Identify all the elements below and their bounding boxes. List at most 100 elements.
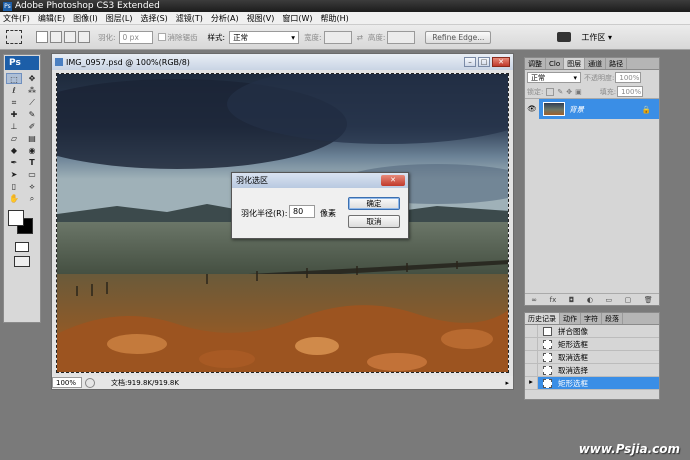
history-item[interactable]: 取消选框 bbox=[525, 351, 659, 364]
layer-row-background[interactable]: 👁 背景 🔒 bbox=[525, 99, 659, 119]
history-item[interactable]: 矩形选框 bbox=[525, 338, 659, 351]
history-brush-source[interactable]: ▸ bbox=[525, 377, 538, 389]
dialog-close-button[interactable]: ✕ bbox=[381, 175, 405, 186]
feather-radius-input[interactable]: 80 bbox=[289, 205, 315, 218]
menu-window[interactable]: 窗口(W) bbox=[282, 13, 312, 24]
layer-style-icon[interactable]: fx bbox=[550, 296, 557, 304]
style-select[interactable]: 正常 ▾ bbox=[229, 30, 300, 44]
history-item[interactable]: 拼合图像 bbox=[525, 325, 659, 338]
menu-layer[interactable]: 图层(L) bbox=[106, 13, 133, 24]
history-brush-source[interactable] bbox=[525, 351, 538, 363]
height-label: 高度: bbox=[367, 32, 386, 42]
history-brush-source[interactable] bbox=[525, 364, 538, 376]
lock-pixels-icon[interactable]: ✎ bbox=[557, 88, 563, 96]
tab-history[interactable]: 历史记录 bbox=[525, 313, 560, 324]
history-item-active[interactable]: ▸ 矩形选框 bbox=[525, 377, 659, 390]
minimize-button[interactable]: – bbox=[464, 57, 476, 67]
delete-layer-icon[interactable]: 🗑 bbox=[644, 296, 653, 304]
menu-analysis[interactable]: 分析(A) bbox=[211, 13, 239, 24]
menu-image[interactable]: 图像(I) bbox=[73, 13, 98, 24]
tab-channels[interactable]: 通道 bbox=[585, 58, 607, 69]
color-swatches[interactable] bbox=[4, 210, 40, 240]
magic-wand-tool-icon[interactable]: ⁂ bbox=[24, 85, 40, 96]
tab-paths[interactable]: 路径 bbox=[606, 58, 628, 69]
blend-mode-select[interactable]: 正常 ▾ bbox=[527, 72, 581, 83]
refine-edge-button[interactable]: Refine Edge... bbox=[425, 30, 492, 44]
feather-input[interactable]: 0 px bbox=[118, 30, 153, 44]
foreground-color-swatch[interactable] bbox=[8, 210, 24, 226]
new-group-icon[interactable]: ▭ bbox=[606, 296, 613, 304]
tab-layers[interactable]: 图层 bbox=[564, 58, 586, 69]
swap-icon[interactable]: ⇄ bbox=[357, 33, 363, 42]
link-layers-icon[interactable]: ∞ bbox=[531, 296, 537, 304]
menu-edit[interactable]: 编辑(E) bbox=[38, 13, 65, 24]
tab-clone[interactable]: Clo bbox=[546, 58, 565, 69]
eyedropper-tool-icon[interactable]: ⟡ bbox=[24, 181, 40, 192]
menu-file[interactable]: 文件(F) bbox=[3, 13, 30, 24]
subtract-selection-icon[interactable] bbox=[64, 31, 76, 43]
crop-tool-icon[interactable]: ⌗ bbox=[6, 97, 22, 108]
menu-filter[interactable]: 滤镜(T) bbox=[176, 13, 203, 24]
rect-marquee-tool-icon[interactable]: ⬚ bbox=[6, 73, 22, 84]
clone-stamp-tool-icon[interactable]: ⊥ bbox=[6, 121, 22, 132]
type-tool-icon[interactable]: T bbox=[24, 157, 40, 168]
history-brush-tool-icon[interactable]: ✐ bbox=[24, 121, 40, 132]
menu-help[interactable]: 帮助(H) bbox=[321, 13, 349, 24]
tab-adjustments[interactable]: 调整 bbox=[525, 58, 546, 69]
adjustment-layer-icon[interactable]: ◐ bbox=[587, 296, 593, 304]
maximize-button[interactable]: □ bbox=[478, 57, 490, 67]
status-menu-icon[interactable] bbox=[85, 377, 95, 388]
pen-tool-icon[interactable]: ✒ bbox=[6, 157, 22, 168]
path-selection-tool-icon[interactable]: ➤ bbox=[6, 169, 22, 180]
history-brush-source[interactable] bbox=[525, 325, 538, 337]
quick-mask-icon[interactable] bbox=[15, 242, 29, 252]
blur-tool-icon[interactable]: ◆ bbox=[6, 145, 22, 156]
height-input[interactable] bbox=[387, 30, 416, 44]
move-tool-icon[interactable]: ✥ bbox=[24, 73, 40, 84]
ps-logo: Ps bbox=[5, 56, 39, 70]
healing-brush-tool-icon[interactable]: ✚ bbox=[6, 109, 22, 120]
fill-input[interactable]: 100% bbox=[617, 86, 644, 97]
lock-position-icon[interactable]: ✥ bbox=[566, 88, 572, 96]
opacity-input[interactable]: 100% bbox=[615, 72, 642, 83]
new-layer-icon[interactable]: ▢ bbox=[625, 296, 632, 304]
add-selection-icon[interactable] bbox=[50, 31, 62, 43]
dodge-tool-icon[interactable]: ◉ bbox=[24, 145, 40, 156]
tab-character[interactable]: 字符 bbox=[581, 313, 602, 324]
lasso-tool-icon[interactable]: ℓ bbox=[6, 85, 22, 96]
zoom-tool-icon[interactable]: ⌕ bbox=[24, 193, 40, 204]
history-brush-source[interactable] bbox=[525, 338, 538, 350]
antialias-checkbox[interactable] bbox=[157, 33, 166, 41]
eraser-tool-icon[interactable]: ▱ bbox=[6, 133, 22, 144]
screen-mode-icon[interactable] bbox=[14, 256, 30, 267]
shape-tool-icon[interactable]: ▭ bbox=[24, 169, 40, 180]
workspace-menu[interactable]: 工作区 ▾ bbox=[581, 32, 612, 43]
lock-all-icon[interactable]: ▣ bbox=[575, 88, 582, 96]
menu-view[interactable]: 视图(V) bbox=[247, 13, 275, 24]
marquee-tool-preset-icon[interactable] bbox=[6, 30, 22, 44]
zoom-field[interactable]: 100% bbox=[52, 377, 82, 388]
eye-icon[interactable]: 👁 bbox=[525, 99, 539, 119]
brush-tool-icon[interactable]: ✎ bbox=[24, 109, 40, 120]
ok-button[interactable]: 确定 bbox=[348, 197, 400, 210]
hand-tool-icon[interactable]: ✋ bbox=[6, 193, 22, 204]
bridge-icon[interactable] bbox=[557, 32, 572, 42]
menu-select[interactable]: 选择(S) bbox=[140, 13, 167, 24]
cancel-button[interactable]: 取消 bbox=[348, 215, 400, 228]
new-selection-icon[interactable] bbox=[36, 31, 48, 43]
intersect-selection-icon[interactable] bbox=[78, 31, 90, 43]
lock-transparency-icon[interactable] bbox=[546, 87, 555, 96]
tab-actions[interactable]: 动作 bbox=[560, 313, 581, 324]
document-icon bbox=[55, 58, 63, 66]
history-item-label: 取消选择 bbox=[558, 365, 588, 375]
gradient-tool-icon[interactable]: ▤ bbox=[24, 133, 40, 144]
history-item[interactable]: 取消选择 bbox=[525, 364, 659, 377]
slice-tool-icon[interactable]: ⟋ bbox=[24, 97, 40, 108]
close-button[interactable]: ✕ bbox=[492, 57, 510, 67]
toolbox: Ps ⬚ ✥ ℓ ⁂ ⌗ ⟋ ✚ ✎ ⊥ ✐ ▱ ▤ ◆ ◉ ✒ T ➤ ▭ ▯… bbox=[3, 54, 41, 323]
layer-mask-icon[interactable]: ◘ bbox=[569, 296, 575, 304]
notes-tool-icon[interactable]: ▯ bbox=[6, 181, 22, 192]
scroll-arrow-icon[interactable]: ▸ bbox=[505, 379, 509, 387]
tab-paragraph[interactable]: 段落 bbox=[602, 313, 623, 324]
width-input[interactable] bbox=[323, 30, 352, 44]
